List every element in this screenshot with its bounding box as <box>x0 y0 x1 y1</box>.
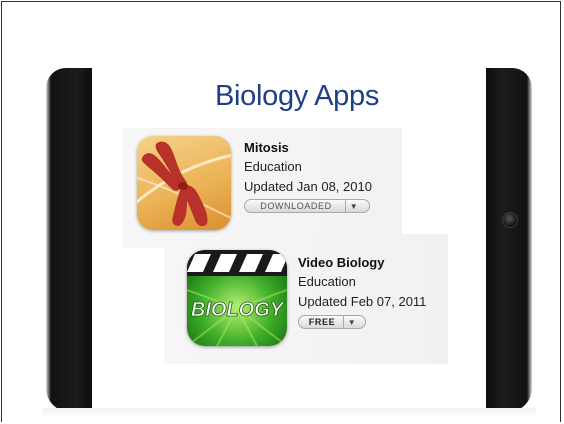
free-label: FREE <box>299 316 344 328</box>
chromosome-icon[interactable] <box>137 136 231 230</box>
app-name-video-biology[interactable]: Video Biology <box>298 255 384 270</box>
clapperboard-icon[interactable]: BIOLOGY <box>187 250 287 346</box>
chevron-down-icon[interactable]: ▼ <box>344 318 360 327</box>
biology-icon-text: BIOLOGY <box>191 299 285 321</box>
chevron-down-icon[interactable]: ▼ <box>346 202 362 211</box>
slide-title: Biology Apps <box>214 80 380 112</box>
app-name-mitosis[interactable]: Mitosis <box>244 140 289 155</box>
app-category-video-biology: Education <box>298 274 356 289</box>
ipad-frame-left <box>46 68 92 412</box>
home-button-icon <box>502 212 518 228</box>
ipad-bottom-edge <box>42 408 536 418</box>
downloaded-button[interactable]: DOWNLOADED ▼ <box>244 199 370 213</box>
presentation-slide: Biology Apps Mitosis Education Updated J… <box>1 1 561 422</box>
app-updated-video-biology: Updated Feb 07, 2011 <box>298 294 427 309</box>
app-updated-mitosis: Updated Jan 08, 2010 <box>244 179 372 194</box>
ipad-frame-right <box>486 68 532 412</box>
free-button[interactable]: FREE ▼ <box>298 315 366 329</box>
app-category-mitosis: Education <box>244 159 302 174</box>
downloaded-label: DOWNLOADED <box>245 200 346 212</box>
